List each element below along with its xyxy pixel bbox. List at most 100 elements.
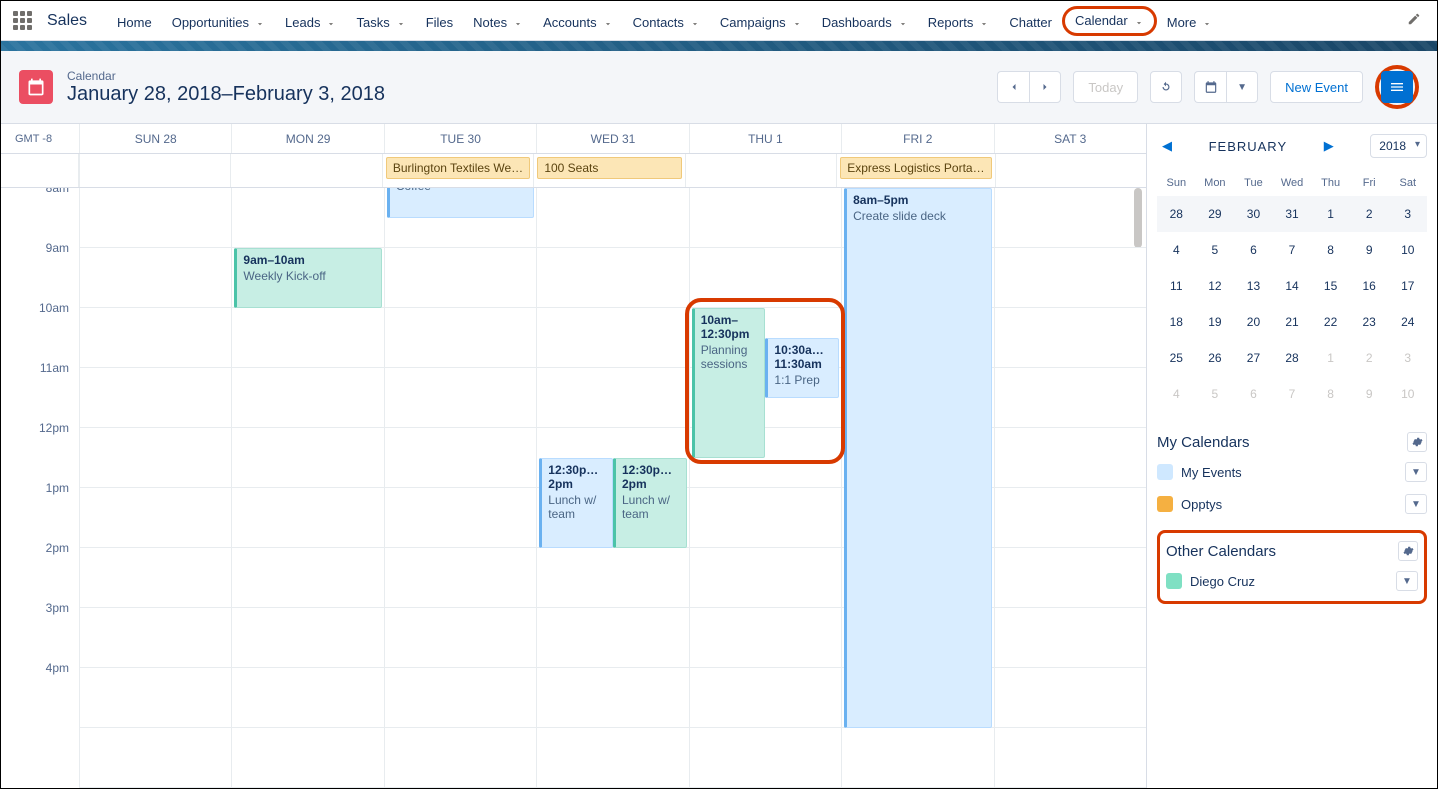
calendar-event[interactable]: 9am–10amWeekly Kick-off xyxy=(234,248,381,308)
allday-cell[interactable] xyxy=(685,154,836,187)
allday-cell[interactable]: Express Logistics Porta… xyxy=(836,154,994,187)
mini-day[interactable]: 13 xyxy=(1234,268,1273,304)
calendar-item-menu[interactable]: ▼ xyxy=(1405,462,1427,482)
mini-day[interactable]: 7 xyxy=(1273,232,1312,268)
mini-day[interactable]: 28 xyxy=(1157,196,1196,232)
mini-day[interactable]: 28 xyxy=(1273,340,1312,376)
nav-item-reports[interactable]: Reports xyxy=(918,1,1000,41)
calendar-list-item[interactable]: My Events▼ xyxy=(1157,456,1427,488)
edit-nav-icon[interactable] xyxy=(1401,12,1427,29)
allday-cell[interactable] xyxy=(995,154,1146,187)
mini-day[interactable]: 22 xyxy=(1311,304,1350,340)
nav-item-files[interactable]: Files xyxy=(416,1,463,41)
mini-day[interactable]: 3 xyxy=(1388,340,1427,376)
day-column[interactable] xyxy=(994,188,1146,788)
calendar-item-menu[interactable]: ▼ xyxy=(1396,571,1418,591)
mini-day[interactable]: 10 xyxy=(1388,232,1427,268)
allday-cell[interactable]: 100 Seats xyxy=(533,154,684,187)
allday-cell[interactable] xyxy=(230,154,381,187)
mini-day[interactable]: 20 xyxy=(1234,304,1273,340)
mini-prev-month[interactable]: ◀ xyxy=(1157,138,1177,154)
mini-day[interactable]: 1 xyxy=(1311,340,1350,376)
mini-day[interactable]: 27 xyxy=(1234,340,1273,376)
nav-item-tasks[interactable]: Tasks xyxy=(346,1,415,41)
mini-day[interactable]: 29 xyxy=(1196,196,1235,232)
nav-item-leads[interactable]: Leads xyxy=(275,1,346,41)
mini-day[interactable]: 3 xyxy=(1388,196,1427,232)
year-select[interactable]: 2018 xyxy=(1370,134,1427,158)
mini-day[interactable]: 25 xyxy=(1157,340,1196,376)
refresh-button[interactable] xyxy=(1150,71,1182,103)
nav-item-opportunities[interactable]: Opportunities xyxy=(162,1,275,41)
mini-day[interactable]: 10 xyxy=(1388,376,1427,412)
calendar-item-menu[interactable]: ▼ xyxy=(1405,494,1427,514)
allday-event[interactable]: Burlington Textiles We… xyxy=(386,157,530,179)
mini-day[interactable]: 24 xyxy=(1388,304,1427,340)
calendar-event[interactable]: 12:30p… 2pmLunch w/ team xyxy=(613,458,687,548)
mini-day[interactable]: 14 xyxy=(1273,268,1312,304)
mini-day[interactable]: 21 xyxy=(1273,304,1312,340)
mini-day[interactable]: 26 xyxy=(1196,340,1235,376)
side-panel-toggle-button[interactable] xyxy=(1381,71,1413,103)
mini-day[interactable]: 8 xyxy=(1311,232,1350,268)
allday-cell[interactable]: Burlington Textiles We… xyxy=(382,154,533,187)
mini-day[interactable]: 2 xyxy=(1350,340,1389,376)
mini-day[interactable]: 4 xyxy=(1157,376,1196,412)
calendar-list-item[interactable]: Diego Cruz▼ xyxy=(1166,565,1418,597)
prev-week-button[interactable] xyxy=(997,71,1029,103)
mini-day[interactable]: 12 xyxy=(1196,268,1235,304)
view-dropdown-button[interactable]: ▼ xyxy=(1226,71,1258,103)
mini-day[interactable]: 9 xyxy=(1350,232,1389,268)
calendar-list-item[interactable]: Opptys▼ xyxy=(1157,488,1427,520)
day-column[interactable]: 12:30p… 2pmLunch w/ team12:30p… 2pmLunch… xyxy=(536,188,688,788)
nav-item-chatter[interactable]: Chatter xyxy=(999,1,1062,41)
mini-day[interactable]: 1 xyxy=(1311,196,1350,232)
nav-item-notes[interactable]: Notes xyxy=(463,1,533,41)
today-button[interactable]: Today xyxy=(1073,71,1138,103)
mini-day[interactable]: 8 xyxy=(1311,376,1350,412)
day-column[interactable]: 9am–10amWeekly Kick-off xyxy=(231,188,383,788)
mini-day[interactable]: 23 xyxy=(1350,304,1389,340)
calendar-event[interactable]: 10:30a… 11:30am1:1 Prep xyxy=(765,338,839,398)
nav-item-more[interactable]: More xyxy=(1157,1,1223,41)
mini-day[interactable]: 16 xyxy=(1350,268,1389,304)
mini-day[interactable]: 9 xyxy=(1350,376,1389,412)
day-column[interactable]: 10am–12:30pmPlanning sessions10:30a… 11:… xyxy=(689,188,841,788)
calendar-event[interactable]: 10am–12:30pmPlanning sessions xyxy=(692,308,766,458)
calendar-event[interactable]: 7:30am–8:30amCoffee xyxy=(387,188,534,218)
mini-day[interactable]: 4 xyxy=(1157,232,1196,268)
mini-day[interactable]: 17 xyxy=(1388,268,1427,304)
my-calendars-settings[interactable] xyxy=(1407,432,1427,452)
allday-event[interactable]: 100 Seats xyxy=(537,157,681,179)
mini-day[interactable]: 5 xyxy=(1196,376,1235,412)
new-event-button[interactable]: New Event xyxy=(1270,71,1363,103)
next-week-button[interactable] xyxy=(1029,71,1061,103)
mini-day[interactable]: 2 xyxy=(1350,196,1389,232)
day-column[interactable]: 7:30am–8:30amCoffee xyxy=(384,188,536,788)
nav-item-contacts[interactable]: Contacts xyxy=(623,1,710,41)
app-launcher-icon[interactable] xyxy=(11,9,35,33)
mini-day[interactable]: 5 xyxy=(1196,232,1235,268)
allday-cell[interactable] xyxy=(79,154,230,187)
mini-day[interactable]: 31 xyxy=(1273,196,1312,232)
mini-day[interactable]: 11 xyxy=(1157,268,1196,304)
nav-item-accounts[interactable]: Accounts xyxy=(533,1,622,41)
mini-day[interactable]: 7 xyxy=(1273,376,1312,412)
calendar-event[interactable]: 12:30p… 2pmLunch w/ team xyxy=(539,458,613,548)
view-calendar-button[interactable] xyxy=(1194,71,1226,103)
day-column[interactable]: 8am–5pmCreate slide deck xyxy=(841,188,993,788)
mini-day[interactable]: 6 xyxy=(1234,376,1273,412)
allday-event[interactable]: Express Logistics Porta… xyxy=(840,157,991,179)
day-column[interactable] xyxy=(79,188,231,788)
nav-item-home[interactable]: Home xyxy=(107,1,162,41)
mini-day[interactable]: 30 xyxy=(1234,196,1273,232)
calendar-event[interactable]: 8am–5pmCreate slide deck xyxy=(844,188,991,728)
mini-day[interactable]: 18 xyxy=(1157,304,1196,340)
nav-item-campaigns[interactable]: Campaigns xyxy=(710,1,812,41)
nav-item-calendar[interactable]: Calendar xyxy=(1062,6,1157,36)
mini-day[interactable]: 19 xyxy=(1196,304,1235,340)
mini-next-month[interactable]: ▶ xyxy=(1319,138,1339,154)
mini-day[interactable]: 15 xyxy=(1311,268,1350,304)
nav-item-dashboards[interactable]: Dashboards xyxy=(812,1,918,41)
other-calendars-settings[interactable] xyxy=(1398,541,1418,561)
